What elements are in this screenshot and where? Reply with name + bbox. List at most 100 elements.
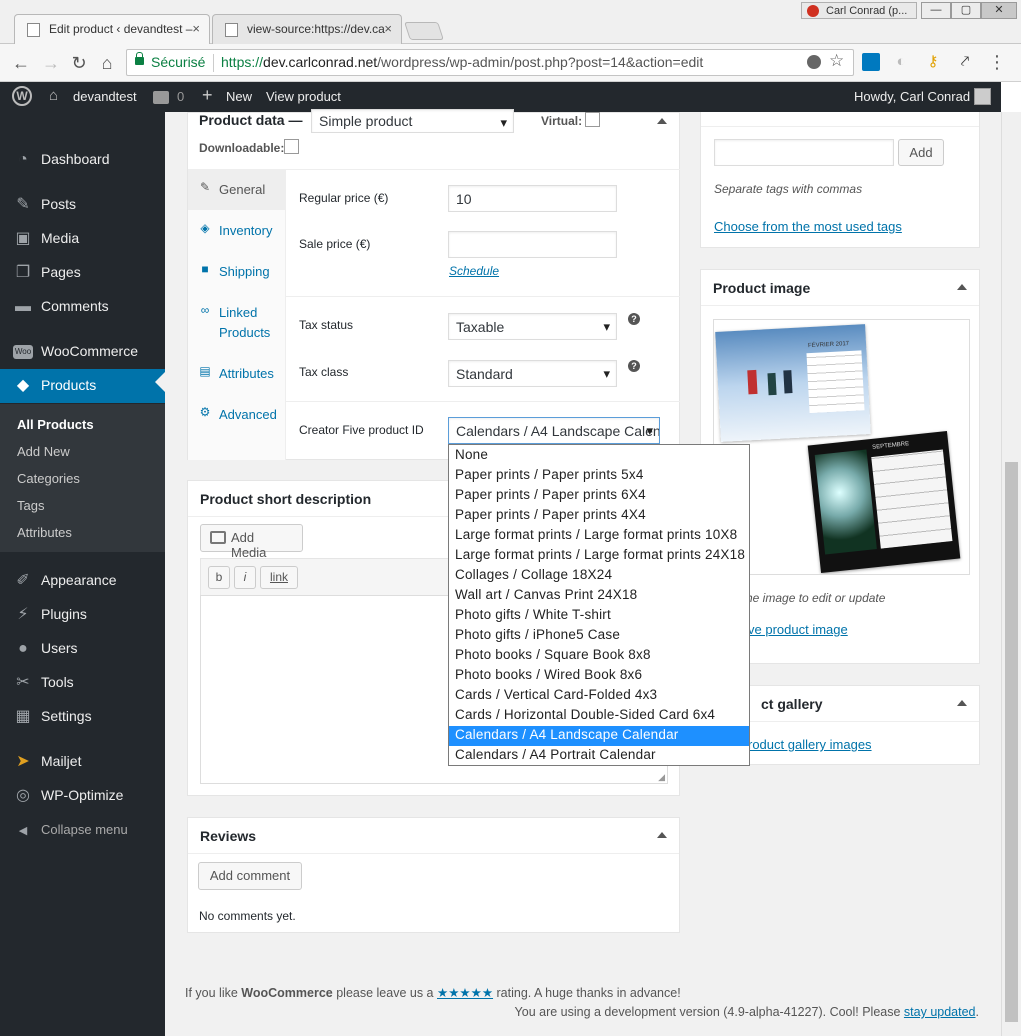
submenu-categories[interactable]: Categories [17, 471, 80, 486]
sidebar-item-wp-optimize[interactable]: ◎ WP-Optimize [0, 779, 165, 813]
tab-edit-product[interactable]: Edit product ‹ devandtest – × [14, 14, 210, 44]
comments-count[interactable]: 0 [177, 89, 184, 104]
dropdown-option[interactable]: Calendars / A4 Portrait Calendar [449, 746, 749, 766]
creator-five-select[interactable]: Calendars / A4 Landscape Calendar [448, 417, 660, 444]
pen-extension-icon[interactable]: ⤤ [956, 53, 974, 71]
forward-button[interactable]: → [40, 52, 62, 74]
bold-button[interactable]: b [208, 566, 230, 589]
back-button[interactable]: ← [10, 52, 32, 74]
choose-tags-link[interactable]: Choose from the most used tags [714, 219, 902, 234]
dropdown-option[interactable]: Paper prints / Paper prints 5x4 [449, 466, 749, 486]
extension-blocked-icon[interactable] [807, 55, 821, 69]
new-link[interactable]: New [226, 89, 252, 104]
add-tag-button[interactable]: Add [898, 139, 944, 166]
schedule-link[interactable]: Schedule [449, 264, 499, 278]
tax-status-select[interactable]: Taxable [448, 313, 617, 340]
sidebar-item-media[interactable]: ▣ Media [0, 222, 165, 256]
collapse-menu-button[interactable]: ◀ Collapse menu [0, 814, 165, 848]
close-window-button[interactable]: ✕ [981, 2, 1017, 19]
dropdown-option[interactable]: Paper prints / Paper prints 4X4 [449, 506, 749, 526]
product-type-select[interactable]: Simple product [311, 109, 514, 133]
tab-close-icon[interactable]: × [192, 21, 200, 36]
dropdown-option[interactable]: Calendars / A4 Landscape Calendar [449, 726, 749, 746]
sidebar-item-dashboard[interactable]: ◔ Dashboard [0, 143, 165, 177]
comment-bubble-icon[interactable] [153, 91, 169, 104]
dropdown-option[interactable]: Large format prints / Large format print… [449, 526, 749, 546]
submenu-attributes[interactable]: Attributes [17, 525, 72, 540]
sidebar-item-plugins[interactable]: ⚡ Plugins [0, 598, 165, 632]
remove-image-link[interactable]: ve product image [748, 622, 848, 637]
person-figure [747, 369, 758, 395]
add-gallery-images-link[interactable]: roduct gallery images [748, 737, 872, 752]
italic-button[interactable]: i [234, 566, 256, 589]
submenu-add-new[interactable]: Add New [17, 444, 70, 459]
dropdown-option[interactable]: Wall art / Canvas Print 24X18 [449, 586, 749, 606]
downloadable-checkbox[interactable] [284, 139, 299, 154]
reload-button[interactable]: ↻ [68, 52, 90, 74]
sidebar-item-posts[interactable]: ✎ Posts [0, 188, 165, 222]
stay-updated-link[interactable]: stay updated [904, 1005, 976, 1019]
home-button[interactable]: ⌂ [96, 52, 118, 74]
browser-menu-icon[interactable]: ⋮ [988, 53, 1006, 71]
sidebar-item-mailjet[interactable]: ➤ Mailjet [0, 745, 165, 779]
sidebar-item-tools[interactable]: ✂ Tools [0, 666, 165, 700]
profile-button[interactable]: Carl Conrad (p... [801, 2, 917, 19]
dropdown-option[interactable]: None [449, 446, 749, 466]
link-button[interactable]: link [260, 566, 298, 589]
extension-icon[interactable]: ◐ [892, 53, 910, 71]
bookmark-star-icon[interactable]: ☆ [829, 51, 844, 71]
resize-handle-icon[interactable]: ◢ [658, 772, 665, 783]
sale-price-input[interactable] [448, 231, 617, 258]
sidebar-item-appearance[interactable]: ✐ Appearance [0, 564, 165, 598]
howdy-text[interactable]: Howdy, Carl Conrad [854, 89, 970, 104]
sidebar-item-users[interactable]: ● Users [0, 632, 165, 666]
dropdown-option[interactable]: Photo gifts / White T-shirt [449, 606, 749, 626]
sidebar-item-woocommerce[interactable]: Woo WooCommerce [0, 335, 165, 369]
sidebar-item-pages[interactable]: ❐ Pages [0, 256, 165, 290]
help-icon[interactable]: ? [628, 360, 640, 372]
scrollbar-thumb[interactable] [1005, 462, 1018, 1022]
new-tab-button[interactable] [404, 22, 444, 40]
view-product-link[interactable]: View product [266, 89, 341, 104]
rating-stars-link[interactable]: ★★★★★ [437, 986, 493, 1000]
minimize-button[interactable]: — [921, 2, 951, 19]
help-icon[interactable]: ? [628, 313, 640, 325]
avatar[interactable] [974, 88, 991, 105]
security-label[interactable]: Sécurisé [151, 54, 205, 70]
key-extension-icon[interactable]: ⚷ [924, 53, 942, 71]
add-comment-button[interactable]: Add comment [198, 862, 302, 890]
collapse-icon[interactable] [657, 118, 667, 124]
collapse-icon[interactable] [957, 700, 967, 706]
dropdown-option[interactable]: Large format prints / Large format print… [449, 546, 749, 566]
dropdown-option[interactable]: Photo books / Square Book 8x8 [449, 646, 749, 666]
sidebar-item-comments[interactable]: ▬ Comments [0, 290, 165, 324]
tab-view-source[interactable]: view-source:https://dev.ca × [212, 14, 402, 44]
maximize-button[interactable]: ▢ [951, 2, 981, 19]
virtual-checkbox[interactable] [585, 112, 600, 127]
regular-price-input[interactable]: 10 [448, 185, 617, 212]
dropdown-option[interactable]: Cards / Vertical Card-Folded 4x3 [449, 686, 749, 706]
dropdown-option[interactable]: Photo books / Wired Book 8x6 [449, 666, 749, 686]
product-image-thumbnail[interactable]: FÉVRIER 2017 SEPTEMBRE [713, 319, 970, 575]
wordpress-logo-icon[interactable]: W [12, 86, 32, 106]
sidebar-item-products[interactable]: ◆ Products [0, 369, 165, 403]
creator-five-dropdown-list[interactable]: None Paper prints / Paper prints 5x4 Paper… [448, 444, 750, 766]
tab-close-icon[interactable]: × [384, 21, 392, 36]
tag-input[interactable] [714, 139, 894, 166]
dropdown-option[interactable]: Photo gifts / iPhone5 Case [449, 626, 749, 646]
page-scrollbar[interactable] [1001, 112, 1021, 1036]
dropdown-option[interactable]: Cards / Horizontal Double-Sided Card 6x4 [449, 706, 749, 726]
collapse-icon[interactable] [657, 832, 667, 838]
submenu-tags[interactable]: Tags [17, 498, 44, 513]
tax-class-select[interactable]: Standard [448, 360, 617, 387]
address-bar[interactable]: Sécurisé https://dev.carlconrad.net/word… [126, 49, 854, 76]
add-media-button[interactable]: Add Media [200, 524, 303, 560]
trello-extension-icon[interactable] [862, 53, 880, 71]
dropdown-option[interactable]: Collages / Collage 18X24 [449, 566, 749, 586]
url-text[interactable]: https://dev.carlconrad.net/wordpress/wp-… [221, 54, 703, 70]
submenu-all-products[interactable]: All Products [17, 417, 94, 432]
dropdown-option[interactable]: Paper prints / Paper prints 6X4 [449, 486, 749, 506]
site-name-link[interactable]: devandtest [73, 89, 137, 104]
collapse-icon[interactable] [957, 284, 967, 290]
sidebar-item-settings[interactable]: ▦ Settings [0, 700, 165, 734]
